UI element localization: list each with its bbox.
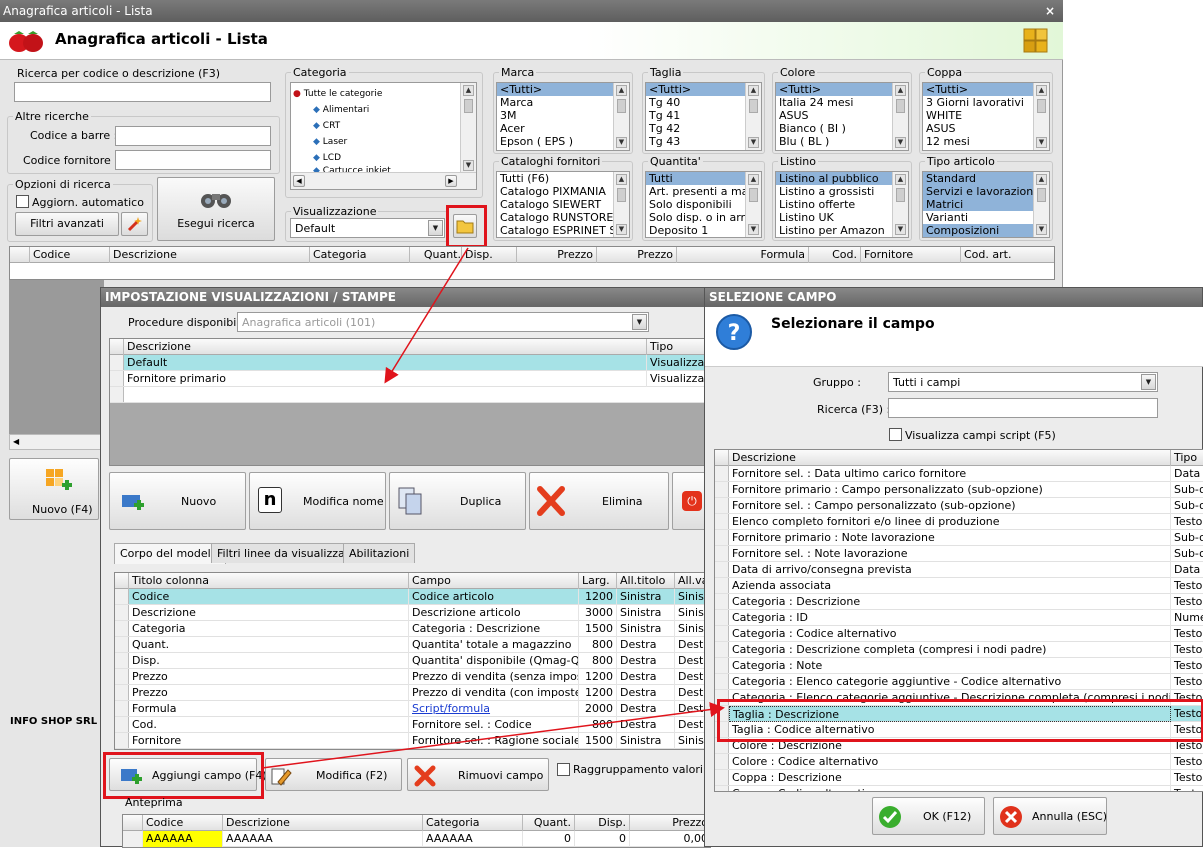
- annotation-arrow: [384, 247, 469, 384]
- annotation-arrow: [261, 702, 725, 769]
- annotation-arrows: [261, 247, 725, 769]
